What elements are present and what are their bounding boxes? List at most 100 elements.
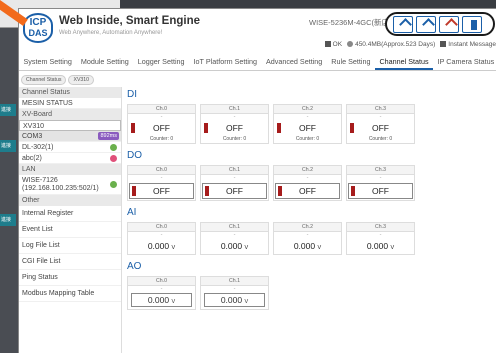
sidebar-item[interactable]: CGI File List [19, 254, 121, 270]
logout-icon[interactable] [462, 15, 482, 33]
do-toggle-button[interactable]: OFF [129, 183, 194, 199]
download-icon[interactable] [439, 15, 459, 33]
sidebar-item-label: Event List [22, 226, 53, 233]
do-grid: Ch.0- OFF Ch.1- OFF Ch.2- OFF Ch.3- OFF [127, 165, 496, 201]
ai-channel-card: Ch.0-0.000 V [127, 222, 196, 255]
state-indicator-icon [131, 123, 135, 133]
channel-name: Ch.1 [201, 166, 268, 175]
di-counter: Counter: 0 [295, 136, 320, 142]
ai-value-unit: V [390, 245, 395, 251]
tab-advanced-setting[interactable]: Advanced Setting [261, 53, 326, 70]
do-toggle-button[interactable]: OFF [275, 183, 340, 199]
tab-iot-platform-setting[interactable]: IoT Platform Setting [189, 53, 261, 70]
sidebar-item-label: DL-302(1) [22, 144, 54, 151]
tab-module-setting[interactable]: Module Setting [76, 53, 133, 70]
channel-name: Ch.0 [128, 105, 195, 114]
ao-value-input[interactable]: 0.000 V [131, 293, 192, 307]
sidebar-item-label: MESIN STATUS [22, 100, 73, 107]
ai-value-number: 0.000 [220, 241, 243, 251]
sidebar-item-label: CGI File List [22, 258, 61, 265]
sidebar-item-label: XV310 [23, 123, 45, 130]
do-section: DO Ch.0- OFF Ch.1- OFF Ch.2- OFF Ch.3- OFF [127, 150, 496, 201]
ai-section: AI Ch.0-0.000 V Ch.1-0.000 V Ch.2-0.000 VC… [127, 207, 496, 255]
breadcrumb-item[interactable]: Channel Status [21, 75, 67, 85]
status-dot-icon [110, 144, 117, 151]
sidebar: Channel Status MESIN STATUS XV-Board XV310 C… [19, 87, 122, 353]
do-toggle-button[interactable]: OFF [348, 183, 413, 199]
upload-icon[interactable] [416, 15, 436, 33]
state-indicator-icon [277, 123, 281, 133]
sidebar-item[interactable]: Internal Register [19, 206, 121, 222]
sidebar-item-label: WISE-7126 [22, 177, 58, 184]
sidebar-item-label: Modbus Mapping Table [22, 290, 95, 297]
ao-grid: Ch.0-0.000 V Ch.1-0.000 V [127, 276, 496, 310]
sidebar-item[interactable]: MESIN STATUS [19, 98, 121, 109]
sidebar-item[interactable]: Ping Status [19, 270, 121, 286]
do-channel-card: Ch.1- OFF [200, 165, 269, 201]
sidebar-item-label: COM3 [22, 133, 43, 140]
breadcrumb-item[interactable]: XV310 [68, 75, 95, 85]
di-channel-card: Ch.1- OFF Counter: 0 [200, 104, 269, 144]
di-state-label: OFF [299, 123, 316, 133]
sidebar-item[interactable]: COM3 892ms [19, 131, 121, 142]
sidebar-item[interactable]: abc(2) [19, 153, 121, 164]
di-grid: Ch.0- OFF Counter: 0 Ch.1- OFF Counter: 0 Ch.2… [127, 104, 496, 144]
ao-value-number: 0.000 [220, 295, 243, 305]
sidebar-item[interactable]: XV310 [19, 120, 121, 131]
save-icon[interactable] [393, 15, 413, 33]
ao-channel-card: Ch.1-0.000 V [200, 276, 269, 310]
sidebar-item[interactable]: DL-302(1) [19, 142, 121, 153]
channel-placeholder: - [160, 286, 163, 292]
status-icon [324, 41, 331, 48]
ai-value-number: 0.000 [366, 241, 389, 251]
ai-value: 0.000 V [201, 238, 268, 254]
tab-system-setting[interactable]: System Setting [19, 53, 76, 70]
main-nav: System Setting Module Setting Logger Set… [19, 53, 496, 71]
ai-grid: Ch.0-0.000 V Ch.1-0.000 V Ch.2-0.000 V Ch.3… [127, 222, 496, 255]
sidebar-item[interactable]: Event List [19, 222, 121, 238]
do-toggle-button[interactable]: OFF [202, 183, 267, 199]
sidebar-item[interactable]: Log File List [19, 238, 121, 254]
breadcrumb: Channel Status XV310 [21, 75, 95, 85]
tab-channel-status[interactable]: Channel Status [374, 53, 434, 70]
sidebar-group-header: Channel Status [19, 87, 121, 98]
storage-status: 450.4MB(Approx.523 Days) [347, 41, 435, 48]
sidebar-item-label: abc(2) [22, 155, 42, 162]
device-model: WISE-5236M-4GC(新店) [309, 18, 392, 27]
di-state-label: OFF [372, 123, 389, 133]
sidebar-item[interactable]: Modbus Mapping Table [19, 286, 121, 302]
sidebar-group-header: Other [19, 195, 121, 206]
app-header: ICP DAS Web Inside, Smart Engine Web Any… [19, 9, 496, 49]
do-state-label: OFF [372, 186, 389, 196]
di-state-label: OFF [153, 123, 170, 133]
di-state-label: OFF [226, 123, 243, 133]
tab-logger-setting[interactable]: Logger Setting [133, 53, 189, 70]
di-state: OFF [128, 121, 195, 135]
sidebar-item-label: Internal Register [22, 210, 74, 217]
ao-value-input[interactable]: 0.000 V [204, 293, 265, 307]
channel-status-content: DI Ch.0- OFF Counter: 0 Ch.1- OFF Counter: 0C… [127, 89, 496, 316]
state-indicator-icon [350, 123, 354, 133]
sidebar-group-header: LAN [19, 164, 121, 175]
sidebar-item-label: Log File List [22, 242, 60, 249]
channel-name: Ch.0 [128, 223, 195, 232]
sidebar-item[interactable]: WISE-7126 (192.168.100.235:502/1) [19, 175, 121, 195]
ai-channel-card: Ch.3-0.000 V [346, 222, 415, 255]
latency-badge: 892ms [98, 132, 119, 140]
section-title: AI [127, 207, 137, 218]
di-channel-card: Ch.0- OFF Counter: 0 [127, 104, 196, 144]
do-channel-card: Ch.2- OFF [273, 165, 342, 201]
ai-channel-card: Ch.2-0.000 V [273, 222, 342, 255]
channel-name: Ch.1 [201, 277, 268, 286]
sidebar-item-sublabel: (192.168.100.235:502/1) [22, 185, 99, 192]
channel-name: Ch.2 [274, 105, 341, 114]
channel-name: Ch.3 [347, 166, 414, 175]
di-state: OFF [274, 121, 341, 135]
di-state: OFF [347, 121, 414, 135]
tab-rule-setting[interactable]: Rule Setting [327, 53, 375, 70]
tab-ip-camera-status[interactable]: IP Camera Status [433, 53, 496, 70]
di-counter: Counter: 0 [368, 136, 393, 142]
instant-message-link[interactable]: Instant Message [440, 41, 496, 48]
channel-placeholder: - [160, 175, 163, 181]
do-state-label: OFF [226, 186, 243, 196]
